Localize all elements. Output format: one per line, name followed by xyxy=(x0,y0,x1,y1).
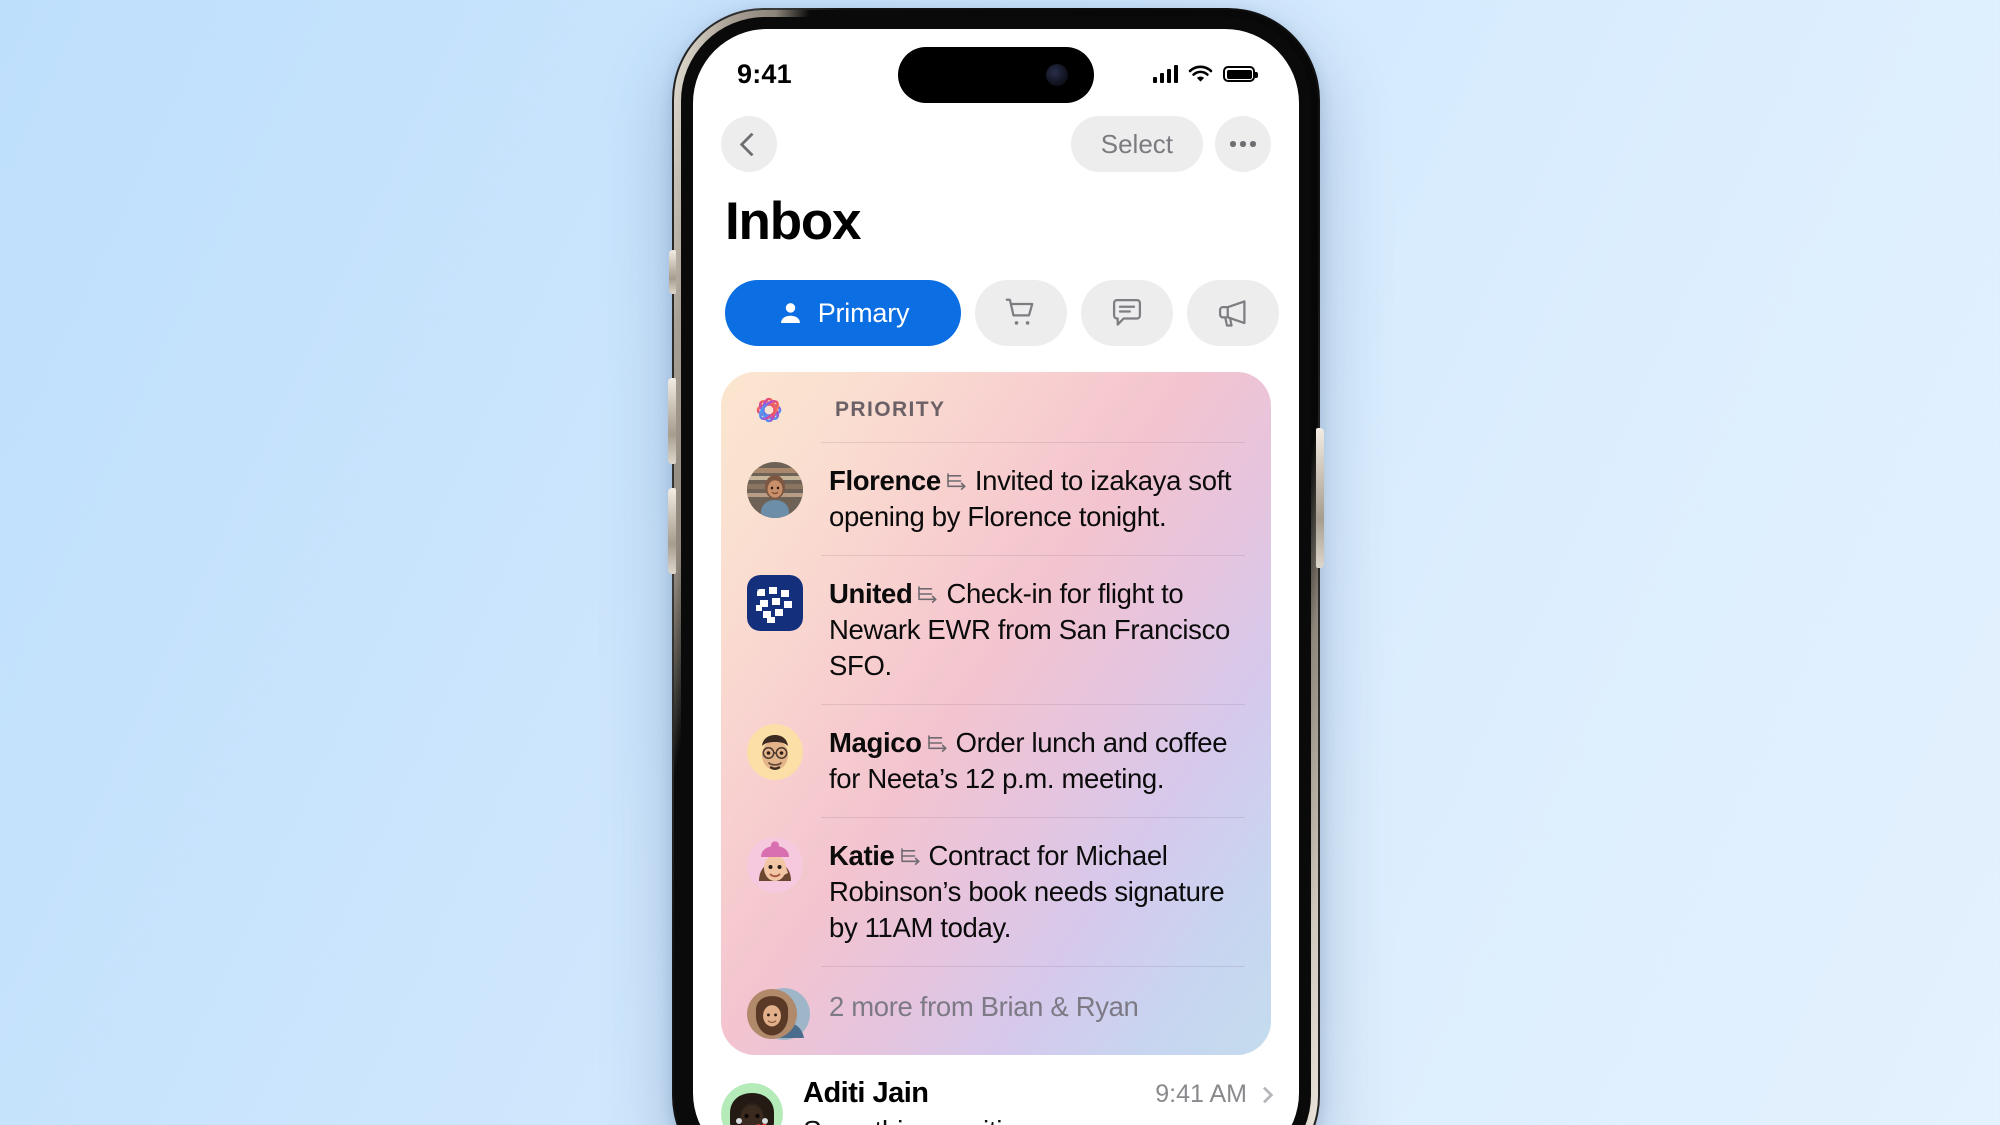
status-bar: 9:41 xyxy=(693,29,1299,105)
priority-more-row[interactable]: 2 more from Brian & Ryan xyxy=(721,966,1271,1049)
select-button[interactable]: Select xyxy=(1070,116,1203,172)
tab-primary-label: Primary xyxy=(817,297,910,328)
message-bubble-icon xyxy=(1112,298,1142,326)
priority-label: PRIORITY xyxy=(835,398,946,421)
photo-florence xyxy=(747,462,803,518)
volume-up-button[interactable] xyxy=(668,378,676,464)
silent-switch-button[interactable] xyxy=(669,250,676,294)
avatar xyxy=(747,724,803,781)
ellipsis-icon xyxy=(1230,141,1256,147)
priority-item[interactable]: Florence Invited to izakaya soft opening … xyxy=(721,442,1271,555)
avatar-cell xyxy=(747,442,821,555)
priority-item[interactable]: Magico Order lunch and coffee for Neeta’s… xyxy=(721,704,1271,817)
tab-promotions[interactable] xyxy=(1187,280,1279,346)
battery-full-icon xyxy=(1223,66,1258,82)
logo-united xyxy=(747,575,803,632)
stacked-avatars xyxy=(747,986,810,1042)
list-item[interactable]: Aditi Jain 9:41 AM Something exciting YA… xyxy=(721,1077,1274,1125)
person-fill-icon xyxy=(780,302,800,323)
list-item-header: Aditi Jain 9:41 AM xyxy=(803,1077,1274,1110)
timestamp: 9:41 AM xyxy=(1155,1080,1247,1109)
summary-arrow-icon xyxy=(900,848,920,866)
dynamic-island xyxy=(898,47,1094,103)
avatar-cell xyxy=(747,817,821,966)
shopping-cart-icon xyxy=(1005,298,1034,325)
priority-card[interactable]: PRIORITY Florence Invited to izakaya sof… xyxy=(721,372,1271,1056)
chevron-right-icon xyxy=(1256,1086,1274,1104)
avatar-cell xyxy=(747,704,821,817)
avatar-cell xyxy=(721,1077,795,1125)
priority-more-label: 2 more from Brian & Ryan xyxy=(821,966,1245,1049)
list-item-body: Aditi Jain 9:41 AM Something exciting YA… xyxy=(795,1077,1274,1125)
avatar xyxy=(747,575,803,632)
megaphone-icon xyxy=(1218,300,1246,327)
priority-item-sender: Katie xyxy=(829,840,895,872)
avatar-cell xyxy=(747,966,821,1049)
front-camera-icon xyxy=(1046,64,1068,86)
priority-item-text: Katie Contract for Michael Robinson’s boo… xyxy=(821,817,1245,966)
avatar-primary xyxy=(747,989,797,1040)
priority-item-sender: Florence xyxy=(829,465,941,496)
nav-right-actions: Select xyxy=(1070,116,1271,172)
priority-item[interactable]: Katie Contract for Michael Robinson’s boo… xyxy=(721,817,1271,966)
cellular-bars-icon xyxy=(1153,65,1178,83)
page-title: Inbox xyxy=(725,192,862,251)
priority-item-sender: United xyxy=(829,578,913,610)
priority-item-text: United Check-in for flight to Newark EWR … xyxy=(821,555,1245,704)
tab-shopping[interactable] xyxy=(975,280,1067,346)
memoji-katie xyxy=(747,837,803,894)
volume-down-button[interactable] xyxy=(668,488,676,574)
summary-arrow-icon xyxy=(927,735,947,753)
back-button[interactable] xyxy=(721,116,777,172)
priority-item-text: Magico Order lunch and coffee for Neeta’s… xyxy=(821,704,1245,817)
avatar xyxy=(747,462,803,518)
priority-item-text: Florence Invited to izakaya soft opening … xyxy=(821,442,1245,555)
subject: Something exciting xyxy=(803,1115,1271,1125)
summary-arrow-icon xyxy=(918,586,938,604)
memoji-magico xyxy=(747,724,803,781)
priority-header: PRIORITY xyxy=(721,372,1271,442)
priority-item-sender: Magico xyxy=(829,727,922,759)
wifi-icon xyxy=(1188,65,1213,82)
apple-intelligence-icon xyxy=(756,397,782,423)
status-indicators xyxy=(1153,65,1258,84)
priority-item[interactable]: United Check-in for flight to Newark EWR … xyxy=(721,555,1271,704)
avatar xyxy=(747,837,803,894)
sender-name: Aditi Jain xyxy=(803,1077,929,1110)
more-options-button[interactable] xyxy=(1215,116,1271,172)
mail-list: Aditi Jain 9:41 AM Something exciting YA… xyxy=(693,1055,1299,1125)
avatar-cell xyxy=(747,555,821,704)
power-button[interactable] xyxy=(1316,428,1324,568)
summary-arrow-icon xyxy=(947,473,966,490)
avatar xyxy=(721,1083,783,1125)
tab-updates[interactable] xyxy=(1081,280,1173,346)
list-item-meta: 9:41 AM xyxy=(1155,1080,1274,1109)
memoji-aditi xyxy=(721,1083,783,1125)
chevron-left-icon xyxy=(739,131,764,157)
navigation-bar: Select xyxy=(693,105,1299,177)
status-time: 9:41 xyxy=(737,58,792,89)
phone-frame: 9:41 Select Inbox Primary PRIORITY Flore… xyxy=(668,8,1324,1125)
tab-primary[interactable]: Primary xyxy=(725,280,961,346)
phone-screen: 9:41 Select Inbox Primary PRIORITY Flore… xyxy=(693,29,1299,1125)
mailbox-filter-tabs: Primary xyxy=(693,258,1299,346)
